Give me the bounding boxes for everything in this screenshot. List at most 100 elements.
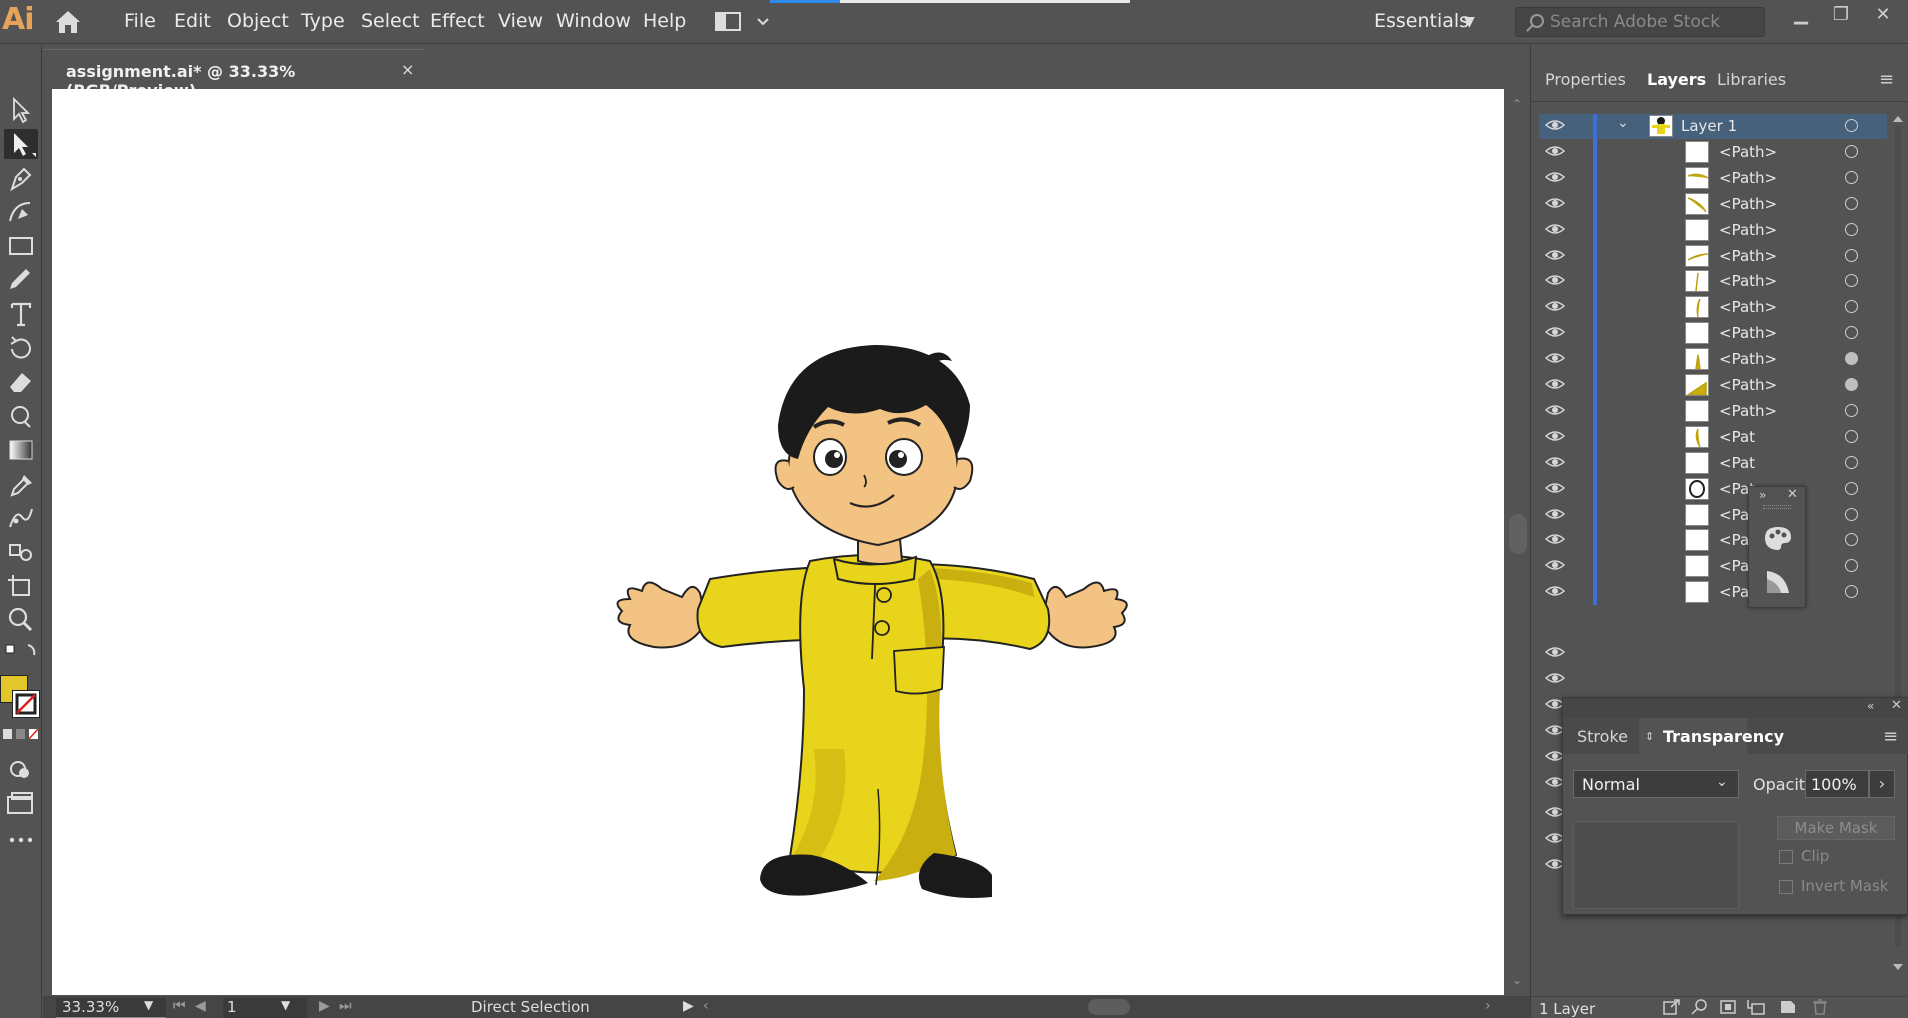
artboard-tool-icon[interactable] <box>4 571 38 601</box>
sublayer-row[interactable]: <Path> <box>1539 372 1887 398</box>
floating-mini-palette[interactable]: » ✕ <box>1748 486 1806 608</box>
opacity-slider-arrow-icon[interactable]: › <box>1869 770 1895 798</box>
visibility-eye-icon[interactable] <box>1544 454 1566 470</box>
puppet-warp-tool-icon[interactable] <box>4 503 38 533</box>
updown-arrows-icon[interactable]: ⇕ <box>1645 730 1654 743</box>
target-circle-icon[interactable] <box>1845 429 1858 443</box>
sublayer-row[interactable]: <Pat <box>1539 501 1887 528</box>
visibility-eye-icon[interactable] <box>1544 298 1566 314</box>
chevron-down-icon[interactable]: ▼ <box>1464 14 1475 30</box>
target-circle-icon[interactable] <box>1845 403 1858 417</box>
stock-search[interactable] <box>1515 7 1765 37</box>
document-tab[interactable]: assignment.ai* @ 33.33% (RGB/Preview) × <box>43 49 425 100</box>
restore-icon[interactable]: ❐ <box>1826 4 1856 30</box>
gradient-tool-icon[interactable] <box>4 435 38 465</box>
menu-effect[interactable]: Effect <box>430 10 485 32</box>
menu-view[interactable]: View <box>498 10 543 32</box>
export-icon[interactable] <box>1663 999 1681 1015</box>
previous-artboard-icon[interactable]: ◀ <box>195 998 206 1014</box>
scroll-down-icon[interactable]: ⌄ <box>1512 973 1522 987</box>
screen-mode-icon[interactable] <box>4 789 38 819</box>
tab-properties[interactable]: Properties <box>1545 70 1626 89</box>
status-tool-name[interactable]: Direct Selection <box>471 998 590 1016</box>
last-artboard-icon[interactable]: ⏭ <box>339 998 352 1014</box>
visibility-eye-icon[interactable] <box>1544 350 1566 366</box>
artboard-number-field[interactable]: 1 ▼ <box>223 998 307 1018</box>
chevron-down-icon[interactable]: ▼ <box>144 998 153 1012</box>
draw-mode-icon[interactable] <box>4 755 38 785</box>
sublayer-row[interactable]: <Path> <box>1539 190 1887 217</box>
pencil-tool-icon[interactable] <box>4 265 38 295</box>
target-circle-icon[interactable] <box>1845 274 1858 288</box>
color-palette-icon[interactable] <box>1763 525 1793 556</box>
close-icon[interactable]: ✕ <box>1891 698 1902 713</box>
sublayer-row[interactable]: <Path> <box>1539 320 1887 347</box>
visibility-eye-icon[interactable] <box>1544 402 1566 418</box>
menu-edit[interactable]: Edit <box>174 10 211 32</box>
menu-file[interactable]: File <box>124 10 156 32</box>
sublayer-row[interactable]: <Path> <box>1539 553 1887 580</box>
target-circle-icon[interactable] <box>1845 455 1858 469</box>
visibility-eye-icon[interactable] <box>1544 169 1566 185</box>
menu-select[interactable]: Select <box>361 10 420 32</box>
menu-window[interactable]: Window <box>556 10 631 32</box>
panel-menu-icon[interactable]: ≡ <box>1883 726 1898 747</box>
first-artboard-icon[interactable]: ⏮ <box>173 998 186 1014</box>
vertical-scrollbar[interactable]: ⌃ ⌄ <box>1506 89 1530 995</box>
close-icon[interactable]: ✕ <box>1868 4 1898 30</box>
target-circle-icon[interactable] <box>1845 326 1858 340</box>
pen-tool-icon[interactable] <box>4 163 38 193</box>
tab-layers[interactable]: Layers <box>1647 70 1706 89</box>
sublayer-row[interactable]: <Path> <box>1539 216 1887 243</box>
workspace-switcher[interactable]: Essentials <box>1374 10 1469 32</box>
sublayer-row[interactable]: <Path> <box>1539 138 1887 165</box>
target-circle-icon[interactable] <box>1845 352 1858 366</box>
sublayer-row[interactable]: <Path> <box>1539 164 1887 191</box>
sublayer-row[interactable]: <Path> <box>1539 242 1887 269</box>
clip-checkbox[interactable] <box>1779 850 1793 864</box>
home-icon[interactable] <box>52 9 84 35</box>
artboard-canvas[interactable] <box>52 89 1504 995</box>
opacity-input[interactable]: 100% <box>1805 770 1869 798</box>
drag-grip[interactable] <box>1763 505 1791 509</box>
new-layer-icon[interactable] <box>1779 999 1797 1015</box>
close-icon[interactable]: ✕ <box>1787 487 1798 502</box>
target-circle-icon[interactable] <box>1845 533 1858 547</box>
visibility-eye-icon[interactable] <box>1544 143 1566 159</box>
transparency-panel-icon[interactable] <box>1763 569 1793 600</box>
locate-object-icon[interactable] <box>1691 999 1709 1015</box>
visibility-eye-icon[interactable] <box>1544 670 1566 686</box>
target-circle-icon[interactable] <box>1845 559 1858 573</box>
sublayer-row[interactable]: <Path> <box>1539 397 1887 424</box>
rotate-tool-icon[interactable] <box>4 333 38 363</box>
invert-mask-checkbox[interactable] <box>1779 880 1793 894</box>
scroll-up-icon[interactable]: ⌃ <box>1512 97 1522 111</box>
target-circle-icon[interactable] <box>1845 222 1858 236</box>
stroke-swatch[interactable] <box>12 690 40 718</box>
make-clipping-mask-icon[interactable] <box>1719 999 1737 1015</box>
expand-panel-icon[interactable]: » <box>1759 488 1766 502</box>
arrange-documents-icon[interactable] <box>714 10 770 34</box>
panel-titlebar[interactable]: « ✕ <box>1563 698 1908 718</box>
tab-stroke[interactable]: Stroke <box>1577 727 1628 746</box>
target-circle-icon[interactable] <box>1845 481 1858 495</box>
target-circle-icon[interactable] <box>1845 119 1858 132</box>
eyedropper-tool-icon[interactable] <box>4 469 38 499</box>
curvature-tool-icon[interactable] <box>4 197 38 227</box>
boy-illustration[interactable] <box>582 249 1162 909</box>
target-circle-icon[interactable] <box>1845 585 1858 599</box>
sublayer-row[interactable]: <Path> <box>1539 346 1887 373</box>
scroll-right-icon[interactable]: › <box>1485 998 1491 1014</box>
visibility-eye-icon[interactable] <box>1544 376 1566 392</box>
chevron-down-icon[interactable]: ▼ <box>281 998 290 1012</box>
sublayer-row[interactable]: <Pat <box>1539 475 1887 502</box>
status-menu-arrow-icon[interactable]: ▶ <box>683 998 694 1014</box>
visibility-eye-icon[interactable] <box>1544 506 1566 522</box>
zoom-tool-icon[interactable] <box>4 605 38 635</box>
sublayer-row[interactable]: <Path> <box>1539 527 1887 554</box>
visibility-eye-icon[interactable] <box>1544 480 1566 496</box>
target-circle-icon[interactable] <box>1845 144 1858 158</box>
visibility-eye-icon[interactable] <box>1544 324 1566 340</box>
color-mode-icons[interactable] <box>2 725 40 740</box>
target-circle-icon[interactable] <box>1845 507 1858 521</box>
